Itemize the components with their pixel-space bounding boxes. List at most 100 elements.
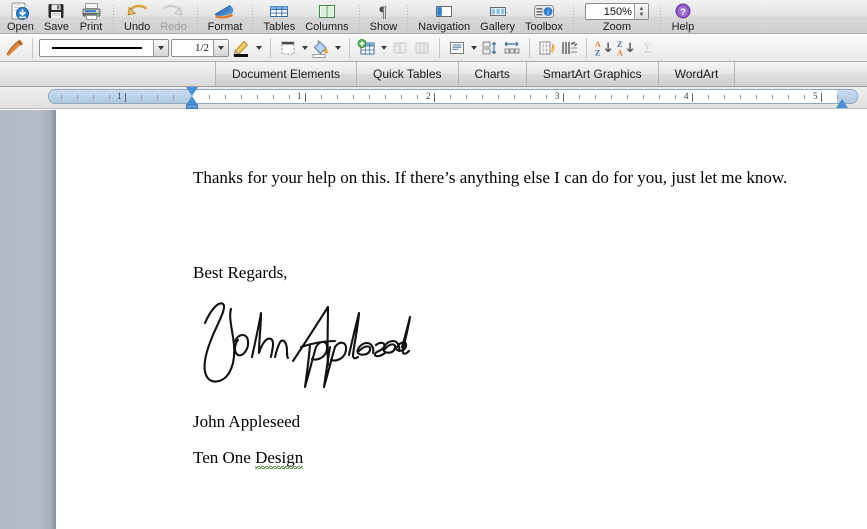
navigation-button-label: Navigation bbox=[418, 21, 471, 33]
columns-button-label: Columns bbox=[305, 21, 349, 33]
zoom-control[interactable]: 150% ▲ ▼ Zoom bbox=[579, 0, 655, 33]
redo-button[interactable]: Redo bbox=[155, 0, 191, 33]
toolbar-group-format: Format bbox=[203, 0, 248, 33]
open-button[interactable]: Open bbox=[2, 0, 39, 33]
toolbox-info-icon: i bbox=[531, 1, 557, 21]
toolbar-group-tables: Tables Columns bbox=[258, 0, 353, 33]
tab-quick-tables[interactable]: Quick Tables bbox=[357, 62, 459, 86]
border-dropdown-arrow[interactable] bbox=[299, 37, 310, 59]
toolbar-separator bbox=[252, 5, 254, 31]
ruler-number: 5 bbox=[813, 91, 818, 101]
toolbox-button-label: Toolbox bbox=[525, 21, 563, 33]
table-lines-icon[interactable] bbox=[536, 37, 558, 59]
format-button-label: Format bbox=[207, 21, 243, 33]
toolbar-separator bbox=[358, 5, 360, 31]
paragraph-company[interactable]: Ten One Design bbox=[193, 447, 304, 469]
insert-table-dropdown-arrow[interactable] bbox=[378, 37, 389, 59]
line-weight-dropdown-arrow[interactable] bbox=[213, 39, 228, 56]
ruler-right-margin-zone bbox=[837, 90, 857, 103]
toolbar-separator bbox=[113, 5, 114, 31]
zoom-field[interactable]: 150% ▲ ▼ bbox=[584, 3, 649, 20]
horizontal-ruler[interactable]: 1 1 2 3 4 5 bbox=[48, 89, 858, 104]
sort-z-a-icon[interactable]: Z A bbox=[615, 37, 637, 59]
save-button[interactable]: Save bbox=[39, 0, 74, 33]
table-grid-icon bbox=[267, 1, 291, 21]
ribbon-tab-bar: Document Elements Quick Tables Charts Sm… bbox=[0, 62, 867, 87]
tab-wordart[interactable]: WordArt bbox=[658, 62, 736, 86]
svg-text:i: i bbox=[547, 7, 549, 16]
distribute-columns-icon[interactable] bbox=[501, 37, 523, 59]
distribute-rows-icon[interactable] bbox=[479, 37, 501, 59]
show-button-label: Show bbox=[369, 21, 398, 33]
merge-cells-icon[interactable] bbox=[389, 37, 411, 59]
line-weight-combo[interactable]: 1/2 bbox=[171, 38, 229, 57]
align-text-icon[interactable] bbox=[446, 37, 468, 59]
ruler-number: 3 bbox=[555, 91, 560, 101]
tab-label: Charts bbox=[474, 67, 510, 81]
pencil-icon[interactable] bbox=[231, 37, 253, 59]
columns-button[interactable]: Columns bbox=[300, 0, 353, 33]
gallery-button[interactable]: Gallery bbox=[475, 0, 520, 33]
format-separator bbox=[32, 37, 33, 58]
show-button[interactable]: ¶ Show bbox=[365, 0, 403, 34]
format-separator bbox=[349, 37, 350, 58]
zoom-label: Zoom bbox=[602, 21, 631, 33]
print-button[interactable]: Print bbox=[74, 0, 108, 33]
format-painter-icon[interactable] bbox=[4, 37, 26, 59]
ruler-row: 1 1 2 3 4 5 bbox=[0, 87, 867, 109]
left-indent-marker[interactable] bbox=[186, 104, 198, 109]
align-dropdown-arrow[interactable] bbox=[468, 37, 479, 59]
line-style-dropdown-arrow[interactable] bbox=[153, 39, 168, 56]
split-cells-icon[interactable] bbox=[411, 37, 433, 59]
document-page[interactable]: Thanks for your help on this. If there’s… bbox=[57, 110, 867, 529]
toolbox-button[interactable]: i Toolbox bbox=[520, 0, 568, 33]
shading-dropdown-arrow[interactable] bbox=[332, 37, 343, 59]
signature-image[interactable] bbox=[197, 295, 412, 395]
redo-arrow-icon bbox=[162, 1, 184, 21]
pencil-dropdown-arrow[interactable] bbox=[253, 37, 264, 59]
sort-a-z-icon[interactable]: A Z bbox=[593, 37, 615, 59]
printer-icon bbox=[81, 1, 102, 21]
undo-button[interactable]: Undo bbox=[119, 0, 155, 33]
zoom-stepper[interactable]: ▲ ▼ bbox=[633, 4, 648, 19]
spellcheck-flagged-word[interactable]: Design bbox=[255, 448, 304, 469]
tab-label: SmartArt Graphics bbox=[542, 67, 642, 81]
tab-label: Document Elements bbox=[232, 67, 341, 81]
open-document-icon bbox=[10, 1, 30, 21]
line-weight-value: 1/2 bbox=[194, 41, 209, 54]
format-button[interactable]: Format bbox=[203, 0, 248, 33]
ruler-number: 1 bbox=[297, 91, 302, 101]
paragraph-signer-name[interactable]: John Appleseed bbox=[193, 411, 300, 432]
tab-smartart-graphics[interactable]: SmartArt Graphics bbox=[526, 62, 659, 86]
paragraph-closing[interactable]: Best Regards, bbox=[193, 262, 287, 283]
svg-text:Z: Z bbox=[595, 48, 601, 57]
redo-button-label: Redo bbox=[160, 21, 187, 33]
help-button[interactable]: ? Help bbox=[666, 0, 700, 33]
line-style-combo[interactable] bbox=[39, 38, 169, 57]
table-formatting-bar: 1/2 A Z Z A Σ bbox=[0, 34, 867, 62]
paragraph-body[interactable]: Thanks for your help on this. If there’s… bbox=[193, 167, 813, 188]
tab-bar-trailing-spacer bbox=[735, 62, 867, 86]
tab-charts[interactable]: Charts bbox=[458, 62, 527, 86]
save-button-label: Save bbox=[43, 21, 69, 33]
navigation-button[interactable]: Navigation bbox=[413, 0, 475, 33]
tab-document-elements[interactable]: Document Elements bbox=[216, 62, 358, 86]
undo-arrow-icon bbox=[126, 1, 148, 21]
paintbrush-icon bbox=[213, 1, 237, 21]
tab-label: WordArt bbox=[674, 67, 719, 81]
undo-button-label: Undo bbox=[124, 21, 151, 33]
svg-text:?: ? bbox=[680, 7, 686, 18]
text-direction-icon[interactable] bbox=[558, 37, 580, 59]
svg-text:A: A bbox=[617, 48, 623, 57]
line-style-preview bbox=[40, 46, 153, 49]
tables-button[interactable]: Tables bbox=[258, 0, 300, 33]
svg-text:¶: ¶ bbox=[380, 4, 388, 21]
ruler-number: 2 bbox=[426, 91, 431, 101]
sigma-sum-icon[interactable]: Σ bbox=[637, 37, 659, 59]
paint-bucket-icon[interactable] bbox=[310, 37, 332, 59]
table-add-icon[interactable] bbox=[356, 37, 378, 59]
dashed-border-icon[interactable] bbox=[277, 37, 299, 59]
open-button-label: Open bbox=[7, 21, 34, 33]
toolbar-group-history: Undo Redo bbox=[119, 0, 192, 33]
document-area: Thanks for your help on this. If there’s… bbox=[0, 110, 867, 529]
